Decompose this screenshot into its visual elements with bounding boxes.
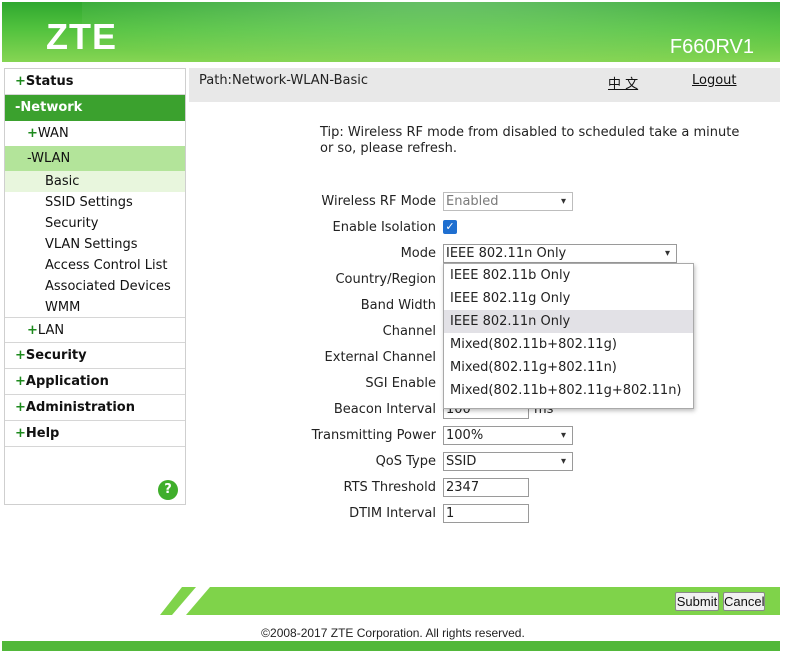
sidebar-item-ssid-settings[interactable]: SSID Settings	[5, 192, 185, 213]
plus-icon: +	[27, 126, 38, 141]
breadcrumb: Path:Network-WLAN-Basic	[199, 73, 369, 88]
sidebar-item-label: Security	[25, 348, 87, 363]
rts-threshold-input[interactable]: 2347	[443, 478, 529, 497]
sidebar-item-label: Help	[25, 426, 60, 441]
select-value: IEEE 802.11n Only	[446, 246, 567, 261]
mode-option[interactable]: Mixed(802.11b+802.11g)	[444, 333, 693, 356]
mode-option[interactable]: Mixed(802.11g+802.11n)	[444, 356, 693, 379]
sidebar-item-lan[interactable]: +LAN	[5, 318, 185, 343]
sidebar-item-associated-devices[interactable]: Associated Devices	[5, 276, 185, 297]
plus-icon: +	[15, 426, 26, 441]
sidebar-nav: +Status -Network +WAN -WLAN Basic SSID S…	[4, 68, 186, 505]
chevron-down-icon: ▾	[560, 456, 566, 467]
select-value: 100%	[446, 428, 484, 443]
logout-link[interactable]: Logout	[692, 73, 737, 88]
transmitting-power-label: Transmitting Power	[311, 428, 436, 443]
mode-option[interactable]: Mixed(802.11b+802.11g+802.11n)	[444, 379, 693, 402]
dtim-interval-input[interactable]: 1	[443, 504, 529, 523]
country-region-label: Country/Region	[335, 272, 436, 287]
sgi-enable-label: SGI Enable	[365, 376, 436, 391]
sidebar-item-wlan[interactable]: -WLAN	[5, 146, 185, 171]
sidebar-item-wmm[interactable]: WMM	[5, 297, 185, 318]
sidebar-item-status[interactable]: +Status	[5, 69, 185, 95]
sidebar-item-network[interactable]: -Network	[5, 95, 185, 121]
external-channel-label: External Channel	[324, 350, 436, 365]
plus-icon: +	[15, 374, 26, 389]
wireless-rf-mode-select: Enabled ▾	[443, 192, 573, 211]
sidebar-item-security[interactable]: +Security	[5, 343, 185, 369]
chevron-down-icon: ▾	[560, 430, 566, 441]
sidebar-item-application[interactable]: +Application	[5, 369, 185, 395]
sidebar-item-label: WAN	[37, 126, 69, 141]
rts-threshold-label: RTS Threshold	[343, 480, 436, 495]
enable-isolation-label: Enable Isolation	[332, 220, 436, 235]
help-icon[interactable]: ?	[158, 480, 178, 500]
device-model: F660RV1	[669, 36, 754, 58]
bottom-bar	[2, 641, 780, 651]
tip-text: Tip: Wireless RF mode from disabled to s…	[320, 125, 740, 156]
sidebar-item-help[interactable]: +Help	[5, 421, 185, 447]
select-value: SSID	[446, 454, 477, 469]
mode-select[interactable]: IEEE 802.11n Only ▾	[443, 244, 677, 263]
wireless-rf-mode-label: Wireless RF Mode	[321, 194, 436, 209]
plus-icon: +	[27, 323, 38, 338]
sidebar-item-label: Network	[20, 100, 83, 115]
channel-label: Channel	[382, 324, 436, 339]
sidebar-item-label: Administration	[25, 400, 135, 415]
transmitting-power-select[interactable]: 100% ▾	[443, 426, 573, 445]
sidebar-item-access-control-list[interactable]: Access Control List	[5, 255, 185, 276]
mode-dropdown-list: IEEE 802.11b Only IEEE 802.11g Only IEEE…	[443, 263, 694, 409]
sidebar-item-wan[interactable]: +WAN	[5, 121, 185, 146]
path-bar: Path:Network-WLAN-Basic 中 文 Logout	[189, 68, 780, 102]
chevron-down-icon: ▾	[560, 196, 566, 207]
band-width-label: Band Width	[360, 298, 436, 313]
select-value: Enabled	[446, 194, 499, 209]
sidebar-item-label: Application	[25, 374, 109, 389]
mode-label: Mode	[400, 246, 436, 261]
chevron-down-icon: ▾	[664, 248, 670, 259]
dtim-interval-label: DTIM Interval	[349, 506, 436, 521]
sidebar-item-label: LAN	[37, 323, 65, 338]
qos-type-select[interactable]: SSID ▾	[443, 452, 573, 471]
mode-option-selected[interactable]: IEEE 802.11n Only	[444, 310, 693, 333]
qos-type-label: QoS Type	[375, 454, 436, 469]
cancel-button[interactable]: Cancel	[723, 592, 765, 611]
sidebar-item-basic[interactable]: Basic	[5, 171, 185, 192]
mode-option[interactable]: IEEE 802.11g Only	[444, 287, 693, 310]
language-link[interactable]: 中 文	[608, 73, 638, 92]
copyright-text: ©2008-2017 ZTE Corporation. All rights r…	[261, 626, 525, 640]
mode-option[interactable]: IEEE 802.11b Only	[444, 264, 693, 287]
sidebar-item-wlan-security[interactable]: Security	[5, 213, 185, 234]
header-banner: ZTE F660RV1	[2, 2, 780, 62]
plus-icon: +	[15, 400, 26, 415]
sidebar-item-vlan-settings[interactable]: VLAN Settings	[5, 234, 185, 255]
sidebar-item-label: WLAN	[31, 151, 71, 166]
sidebar-item-label: Status	[25, 74, 74, 89]
plus-icon: +	[15, 74, 26, 89]
zte-logo: ZTE	[46, 16, 117, 57]
beacon-interval-label: Beacon Interval	[333, 402, 436, 417]
plus-icon: +	[15, 348, 26, 363]
enable-isolation-checkbox[interactable]: ✓	[443, 220, 457, 234]
submit-button[interactable]: Submit	[675, 592, 719, 611]
sidebar-item-administration[interactable]: +Administration	[5, 395, 185, 421]
